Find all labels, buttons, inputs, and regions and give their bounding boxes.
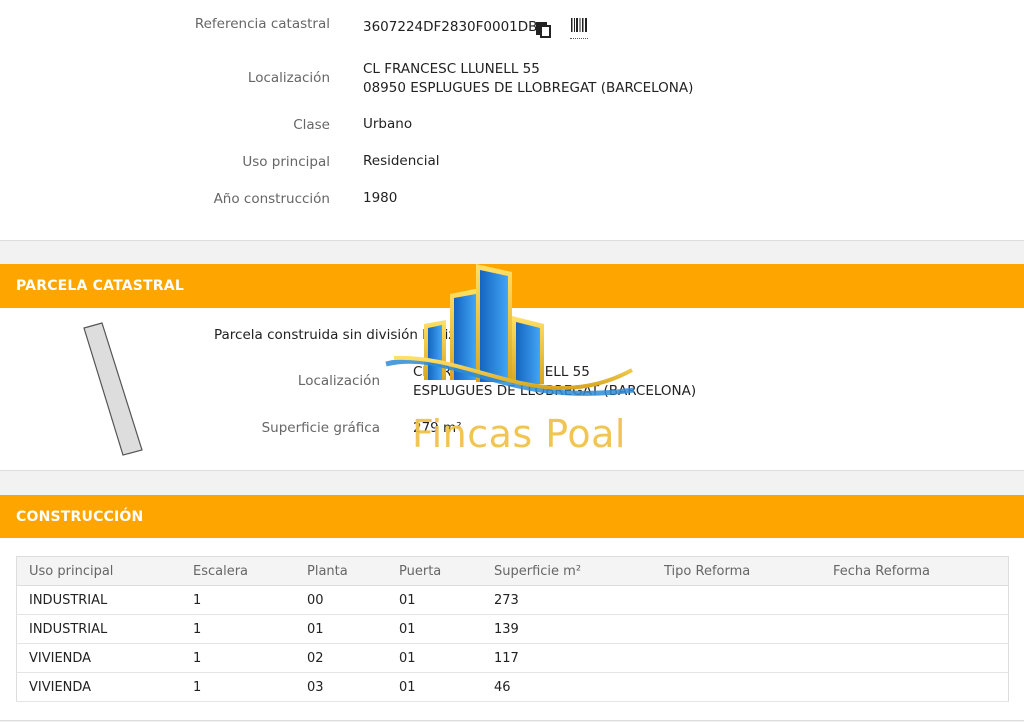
cell-puerta: 01: [387, 614, 482, 644]
cell-fecha-reforma: [821, 672, 1009, 702]
ano-label: Año construcción: [213, 191, 330, 207]
cell-uso: INDUSTRIAL: [16, 614, 181, 644]
barcode-icon[interactable]: [570, 18, 588, 39]
cell-tipo-reforma: [652, 643, 821, 673]
parcel-shape-thumbnail[interactable]: [78, 322, 148, 462]
construccion-title: CONSTRUCCIÓN: [16, 509, 144, 525]
uso-value: Residencial: [363, 153, 440, 169]
cell-fecha-reforma: [821, 585, 1009, 615]
cell-escalera: 1: [181, 643, 295, 673]
copy-icon[interactable]: [536, 21, 551, 38]
col-uso: Uso principal: [16, 556, 181, 586]
col-superficie: Superficie m²: [482, 556, 652, 586]
location-line-1: CL FRANCESC LLUNELL 55: [363, 61, 540, 77]
table-row: INDUSTRIAL 1 00 01 273: [16, 585, 1009, 615]
construccion-panel: Uso principal Escalera Planta Puerta Sup…: [0, 538, 1024, 721]
cell-escalera: 1: [181, 614, 295, 644]
table-row: INDUSTRIAL 1 01 01 139: [16, 614, 1009, 644]
clase-value: Urbano: [363, 116, 413, 132]
cell-fecha-reforma: [821, 643, 1009, 673]
construccion-header: CONSTRUCCIÓN: [0, 495, 1024, 539]
ref-label: Referencia catastral: [194, 16, 330, 32]
col-puerta: Puerta: [387, 556, 482, 586]
cell-fecha-reforma: [821, 614, 1009, 644]
col-escalera: Escalera: [181, 556, 295, 586]
construction-table: Uso principal Escalera Planta Puerta Sup…: [16, 556, 1009, 702]
watermark-text: Fincas Poal: [412, 412, 626, 456]
parcela-surface-label: Superficie gráfica: [261, 420, 380, 436]
uso-label: Uso principal: [242, 154, 330, 170]
cell-planta: 02: [295, 643, 387, 673]
cell-puerta: 01: [387, 643, 482, 673]
cell-superficie: 117: [482, 643, 652, 673]
property-summary: Referencia catastral 3607224DF2830F0001D…: [0, 0, 1024, 241]
ref-value[interactable]: 3607224DF2830F0001DB: [363, 18, 537, 37]
cell-planta: 01: [295, 614, 387, 644]
cell-uso: INDUSTRIAL: [16, 585, 181, 615]
parcela-location-label: Localización: [297, 373, 380, 389]
col-fecha-reforma: Fecha Reforma: [821, 556, 1009, 586]
col-planta: Planta: [295, 556, 387, 586]
clase-label: Clase: [293, 117, 330, 133]
cell-tipo-reforma: [652, 585, 821, 615]
cell-puerta: 01: [387, 585, 482, 615]
location-label: Localización: [247, 70, 330, 86]
cell-superficie: 46: [482, 672, 652, 702]
cell-planta: 00: [295, 585, 387, 615]
ano-value: 1980: [363, 190, 398, 206]
cell-uso: VIVIENDA: [16, 643, 181, 673]
table-header-row: Uso principal Escalera Planta Puerta Sup…: [16, 556, 1009, 586]
cell-superficie: 273: [482, 585, 652, 615]
cell-escalera: 1: [181, 672, 295, 702]
cell-puerta: 01: [387, 672, 482, 702]
table-row: VIVIENDA 1 03 01 46: [16, 672, 1009, 702]
parcela-title: PARCELA CATASTRAL: [16, 278, 184, 294]
col-tipo-reforma: Tipo Reforma: [652, 556, 821, 586]
cell-planta: 03: [295, 672, 387, 702]
cell-uso: VIVIENDA: [16, 672, 181, 702]
cell-superficie: 139: [482, 614, 652, 644]
location-line-2: 08950 ESPLUGUES DE LLOBREGAT (BARCELONA): [363, 80, 694, 96]
cell-tipo-reforma: [652, 672, 821, 702]
table-row: VIVIENDA 1 02 01 117: [16, 643, 1009, 673]
cell-tipo-reforma: [652, 614, 821, 644]
cell-escalera: 1: [181, 585, 295, 615]
